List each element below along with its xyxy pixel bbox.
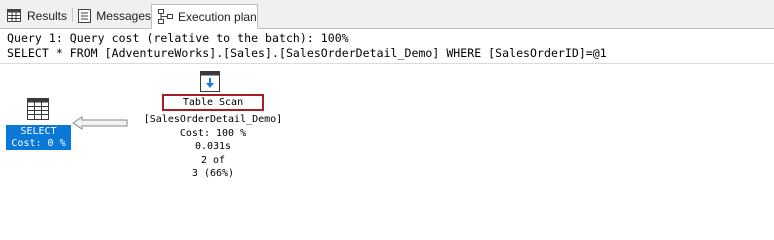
table-scan-rows-actual: 2 of xyxy=(200,154,226,166)
select-node[interactable]: SELECT Cost: 0 % xyxy=(6,125,71,150)
tab-execution-plan-label: Execution plan xyxy=(178,9,257,24)
select-node-name: SELECT xyxy=(20,126,57,137)
table-scan-cost: Cost: 100 % xyxy=(179,127,247,139)
tab-results[interactable]: Results xyxy=(6,4,70,27)
table-scan-object: [SalesOrderDetail_Demo] xyxy=(143,114,283,125)
grid-icon xyxy=(6,8,22,24)
tab-results-label: Results xyxy=(27,8,68,23)
select-node-cost: Cost: 0 % xyxy=(11,138,66,149)
query-sql-line: SELECT * FROM [AdventureWorks].[Sales].[… xyxy=(7,46,607,60)
table-scan-time: 0.031s xyxy=(194,141,232,152)
table-scan-icon[interactable] xyxy=(200,71,220,92)
tab-separator xyxy=(72,8,73,22)
tab-messages-label: Messages xyxy=(96,8,151,23)
result-tab-strip: Results Messages Execution plan xyxy=(0,0,774,29)
header-divider xyxy=(0,63,774,64)
table-scan-rows-estimated: 3 (66%) xyxy=(191,168,235,179)
tab-messages[interactable]: Messages xyxy=(77,4,151,27)
select-result-icon[interactable] xyxy=(27,98,49,120)
query-cost-line: Query 1: Query cost (relative to the bat… xyxy=(7,31,349,45)
table-scan-details: [SalesOrderDetail_Demo] Cost: 100 % 0.03… xyxy=(100,113,326,181)
messages-icon xyxy=(77,8,91,24)
execution-plan-icon xyxy=(157,9,173,25)
table-scan-name[interactable]: Table Scan xyxy=(162,94,264,111)
tab-execution-plan[interactable]: Execution plan xyxy=(151,4,258,29)
